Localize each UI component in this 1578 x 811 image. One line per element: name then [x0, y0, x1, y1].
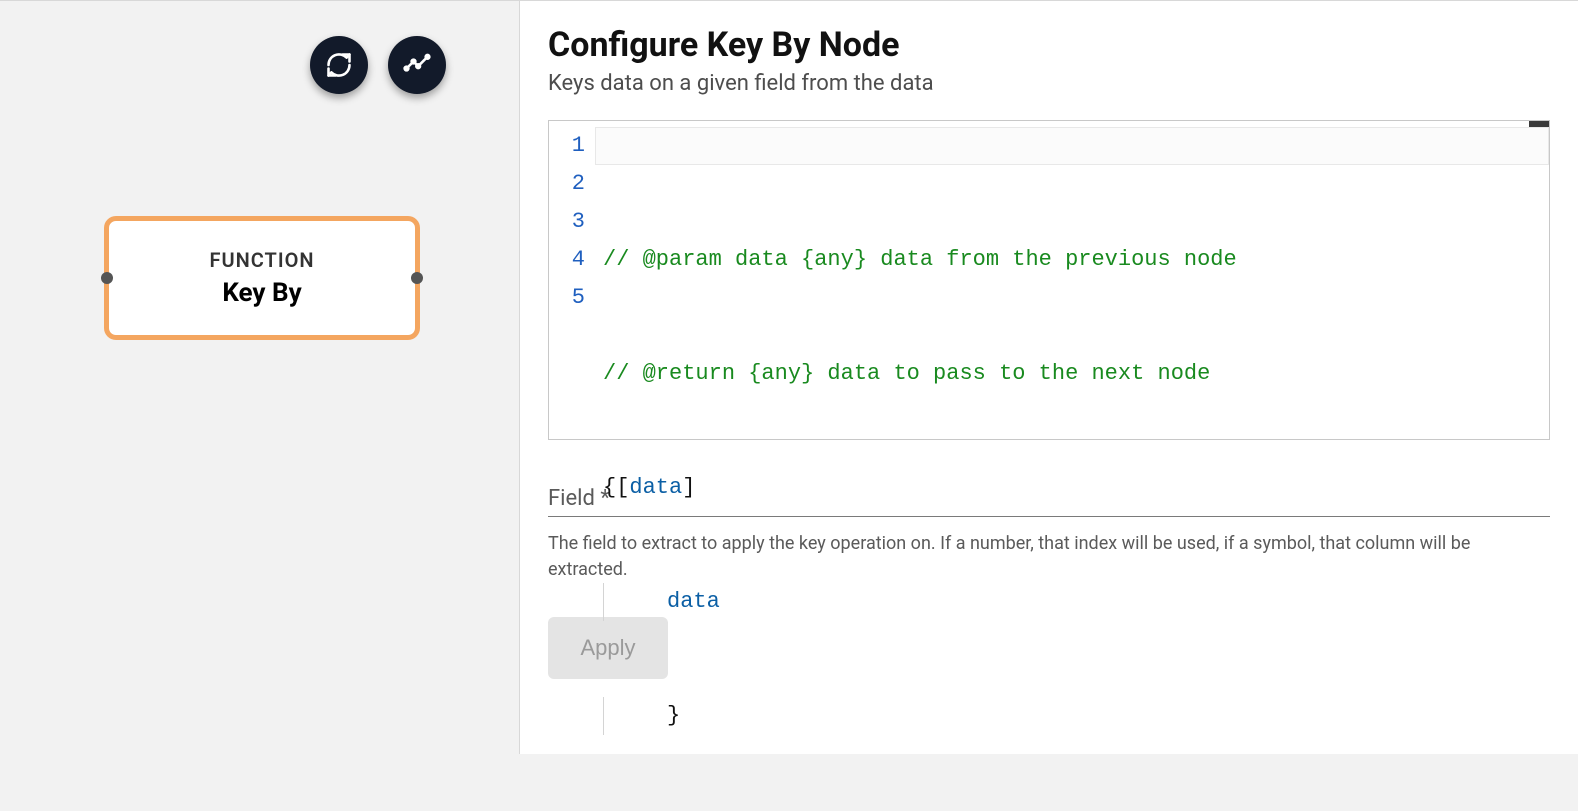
- canvas-panel: FUNCTION Key By: [0, 1, 519, 754]
- code-token: }: [667, 697, 680, 735]
- node-output-port[interactable]: [411, 272, 423, 284]
- node-input-port[interactable]: [101, 272, 113, 284]
- function-node[interactable]: FUNCTION Key By: [104, 216, 420, 340]
- code-token: data: [629, 469, 682, 507]
- sync-button[interactable]: [310, 36, 368, 94]
- panel-title: Configure Key By Node: [548, 25, 1550, 65]
- app-layout: FUNCTION Key By Configure Key By Node Ke…: [0, 1, 1578, 754]
- line-number: 3: [553, 203, 585, 241]
- code-editor[interactable]: 1 2 3 4 5 // @param data {any} data from…: [548, 120, 1550, 440]
- indent-guide: [603, 583, 635, 621]
- line-number: 5: [553, 279, 585, 317]
- code-token: {: [603, 469, 616, 507]
- canvas-toolbar: [310, 36, 446, 94]
- analytics-button[interactable]: [388, 36, 446, 94]
- code-token: [: [616, 469, 629, 507]
- line-number: 4: [553, 241, 585, 279]
- line-number: 1: [553, 127, 585, 165]
- code-token: data: [667, 583, 720, 621]
- line-number: 2: [553, 165, 585, 203]
- panel-subtitle: Keys data on a given field from the data: [548, 71, 1550, 96]
- sync-icon: [325, 51, 353, 79]
- config-panel: Configure Key By Node Keys data on a giv…: [519, 1, 1578, 754]
- code-token: // @return {any} data to pass to the nex…: [603, 355, 1210, 393]
- code-token: ]: [682, 469, 695, 507]
- node-title-label: Key By: [222, 278, 301, 308]
- indent-guide: [603, 697, 635, 735]
- node-type-label: FUNCTION: [209, 248, 314, 272]
- code-body[interactable]: // @param data {any} data from the previ…: [595, 121, 1549, 439]
- active-line-highlight: [595, 127, 1549, 165]
- analytics-icon: [403, 51, 431, 79]
- code-gutter: 1 2 3 4 5: [549, 121, 595, 439]
- code-token: // @param data {any} data from the previ…: [603, 241, 1237, 279]
